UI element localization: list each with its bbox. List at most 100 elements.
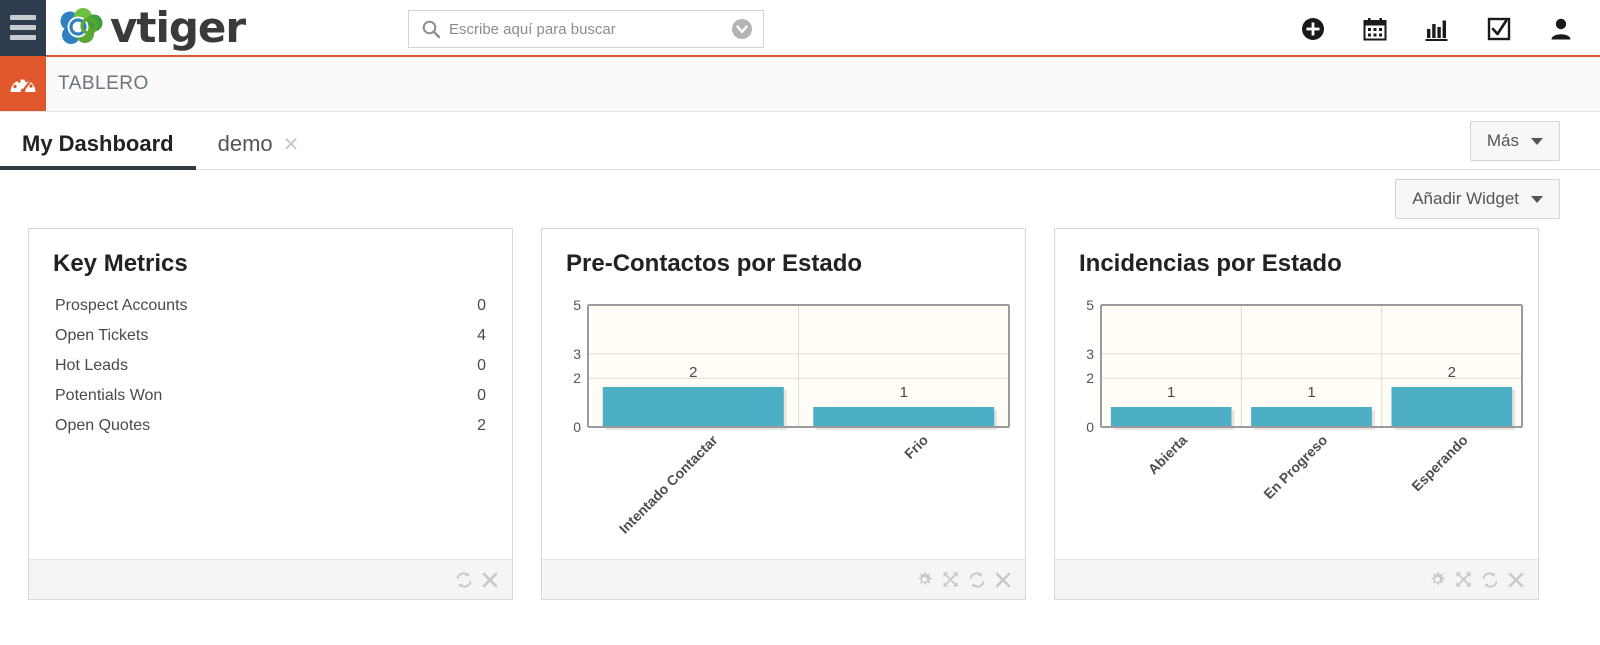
panel-pre-contactos-por-estado: Pre-Contactos por Estado 2 1 0 2 3 5 Intentado… [541,228,1026,600]
panel-body: Incidencias por Estado 1 1 2 0 2 3 5 Abierta En … [1055,229,1538,559]
tab-label: demo [217,131,273,156]
metric-label: Potentials Won [55,387,163,405]
bar-value-label: 1 [900,384,908,401]
panel-footer [1055,559,1538,599]
x-tick-label: Intentado Contactar [616,432,721,537]
bar-chart-incidencias[interactable]: 1 1 2 0 2 3 5 Abierta En Progreso Esperando [1055,277,1538,559]
y-tick-label: 3 [573,346,581,362]
expand-icon[interactable] [942,571,959,588]
caret-down-icon [1531,195,1543,203]
list-item[interactable]: Open Tickets 4 [55,321,486,351]
add-widget-button[interactable]: Añadir Widget [1395,179,1560,219]
search-box[interactable] [408,10,764,48]
panel-footer [542,559,1025,599]
y-tick-label: 2 [1086,371,1094,387]
hamburger-bar [10,15,36,20]
y-tick-label: 2 [573,371,581,387]
metric-label: Open Quotes [55,417,151,435]
gear-icon[interactable] [1429,571,1446,588]
bar-chart-pre-contactos[interactable]: 2 1 0 2 3 5 Intentado Contactar Frio [542,277,1025,559]
bar-value-label: 1 [1307,384,1315,401]
bar-value-label: 2 [689,364,697,381]
bar-chart-icon[interactable] [1424,16,1450,42]
user-icon[interactable] [1548,16,1574,42]
close-icon[interactable] [482,572,498,588]
list-item[interactable]: Prospect Accounts 0 [55,291,486,321]
metric-label: Prospect Accounts [55,297,188,315]
metric-value: 4 [477,327,486,345]
x-tick-label: Esperando [1408,432,1470,494]
bar-value-label: 2 [1448,364,1456,381]
tab-label: My Dashboard [22,131,174,156]
expand-icon[interactable] [1455,571,1472,588]
more-button[interactable]: Más [1469,121,1560,161]
chart-svg: 2 1 0 2 3 5 Intentado Contactar Frio [573,297,1010,537]
refresh-icon[interactable] [968,571,986,589]
key-metrics-list: Prospect Accounts 0 Open Tickets 4 Hot L… [29,277,512,441]
tab-demo[interactable]: demo ✕ [196,133,322,169]
y-tick-label: 0 [1086,419,1094,435]
checkbox-check-icon[interactable] [1486,16,1512,42]
y-tick-label: 5 [1086,297,1094,313]
metric-value: 0 [477,387,486,405]
list-item[interactable]: Open Quotes 2 [55,411,486,441]
metric-value: 0 [477,357,486,375]
vtiger-cloud-logo-icon [60,7,103,44]
bar-value-label: 1 [1167,384,1175,401]
y-tick-label: 0 [573,419,581,435]
metric-label: Open Tickets [55,327,149,345]
panel-title: Pre-Contactos por Estado [566,250,863,277]
add-circle-icon[interactable] [1300,16,1326,42]
close-icon[interactable]: ✕ [283,134,300,156]
list-item[interactable]: Potentials Won 0 [55,381,486,411]
hamburger-icon[interactable] [0,0,46,56]
vtiger-logo[interactable]: vtiger [58,0,246,56]
gear-icon[interactable] [916,571,933,588]
add-widget-label: Añadir Widget [1412,189,1519,208]
refresh-icon[interactable] [1481,571,1499,589]
list-item[interactable]: Hot Leads 0 [55,351,486,381]
panel-incidencias-por-estado: Incidencias por Estado 1 1 2 0 2 3 5 Abierta En … [1054,228,1539,600]
dashboard-gauge-icon[interactable] [0,57,46,111]
more-button-label: Más [1486,131,1519,150]
panel-title: Incidencias por Estado [1079,250,1342,277]
search-icon [422,20,441,39]
x-tick-label: Abierta [1145,432,1191,478]
panel-title: Key Metrics [53,250,188,277]
widget-toolbar: Añadir Widget [0,170,1600,228]
top-bar: vtiger [0,0,1600,57]
caret-down-icon [1531,137,1543,145]
module-title: TABLERO [58,73,149,94]
y-tick-label: 5 [573,297,581,313]
hamburger-bar [10,35,36,40]
search-input[interactable] [449,20,731,38]
bar [602,387,784,428]
metric-label: Hot Leads [55,357,128,375]
tab-my-dashboard[interactable]: My Dashboard [0,131,196,170]
close-icon[interactable] [995,572,1011,588]
module-bar: TABLERO [0,57,1600,112]
vtiger-wordmark: vtiger [110,2,246,52]
metric-value: 0 [477,297,486,315]
panel-body: Key Metrics Prospect Accounts 0 Open Tic… [29,229,512,559]
chevron-down-circle-icon[interactable] [731,18,753,40]
panel-footer [29,559,512,599]
bar [1110,407,1232,428]
chart-svg: 1 1 2 0 2 3 5 Abierta En Progreso Esperando [1086,297,1523,502]
metric-value: 2 [477,417,486,435]
bar [813,407,995,428]
panel-body: Pre-Contactos por Estado 2 1 0 2 3 5 Intentado… [542,229,1025,559]
refresh-icon[interactable] [455,571,473,589]
bar [1391,387,1513,428]
close-icon[interactable] [1508,572,1524,588]
bar [1251,407,1372,428]
y-tick-label: 3 [1086,346,1094,362]
panel-key-metrics: Key Metrics Prospect Accounts 0 Open Tic… [28,228,513,600]
dashboard-tabs: My Dashboard demo ✕ Más [0,112,1600,170]
calendar-icon[interactable] [1362,16,1388,42]
top-icon-group [1300,0,1590,57]
dashboard-panels: Key Metrics Prospect Accounts 0 Open Tic… [0,228,1600,600]
x-tick-label: Frio [901,432,931,462]
x-tick-label: En Progreso [1260,432,1330,502]
hamburger-bar [10,25,36,30]
